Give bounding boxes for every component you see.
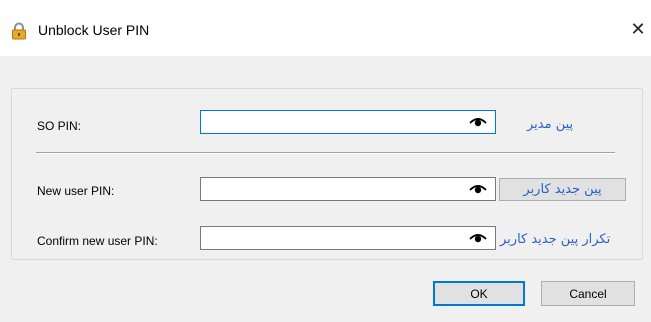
confirm-pin-label: Confirm new user PIN: bbox=[37, 234, 158, 248]
eye-icon[interactable] bbox=[469, 116, 487, 128]
eye-icon[interactable] bbox=[469, 183, 487, 195]
new-pin-persian-label: پین جدید کاربر bbox=[523, 182, 602, 197]
new-pin-label: New user PIN: bbox=[37, 184, 115, 198]
separator bbox=[36, 152, 615, 154]
close-icon: ✕ bbox=[630, 18, 646, 39]
dialog-window: Unblock User PIN ✕ SO PIN: پین مدیر New … bbox=[0, 0, 651, 322]
cancel-button[interactable]: Cancel bbox=[541, 281, 635, 306]
so-pin-input[interactable] bbox=[203, 112, 461, 132]
new-pin-persian-button[interactable]: پین جدید کاربر bbox=[499, 178, 626, 201]
close-button[interactable]: ✕ bbox=[629, 18, 647, 40]
so-pin-label: SO PIN: bbox=[37, 119, 82, 133]
confirm-pin-input[interactable] bbox=[203, 228, 461, 248]
window-title: Unblock User PIN bbox=[38, 22, 150, 38]
ok-button[interactable]: OK bbox=[433, 281, 525, 306]
so-pin-persian-label: پین مدیر bbox=[527, 117, 574, 132]
new-pin-input[interactable] bbox=[203, 179, 461, 199]
so-pin-field[interactable] bbox=[200, 110, 496, 134]
confirm-pin-persian-label: تکرار پین جدید کاربر bbox=[500, 232, 611, 247]
eye-icon[interactable] bbox=[469, 232, 487, 244]
confirm-pin-field[interactable] bbox=[200, 226, 496, 250]
lock-icon bbox=[11, 22, 27, 40]
new-pin-field[interactable] bbox=[200, 177, 496, 201]
title-bar: Unblock User PIN ✕ bbox=[0, 0, 651, 56]
